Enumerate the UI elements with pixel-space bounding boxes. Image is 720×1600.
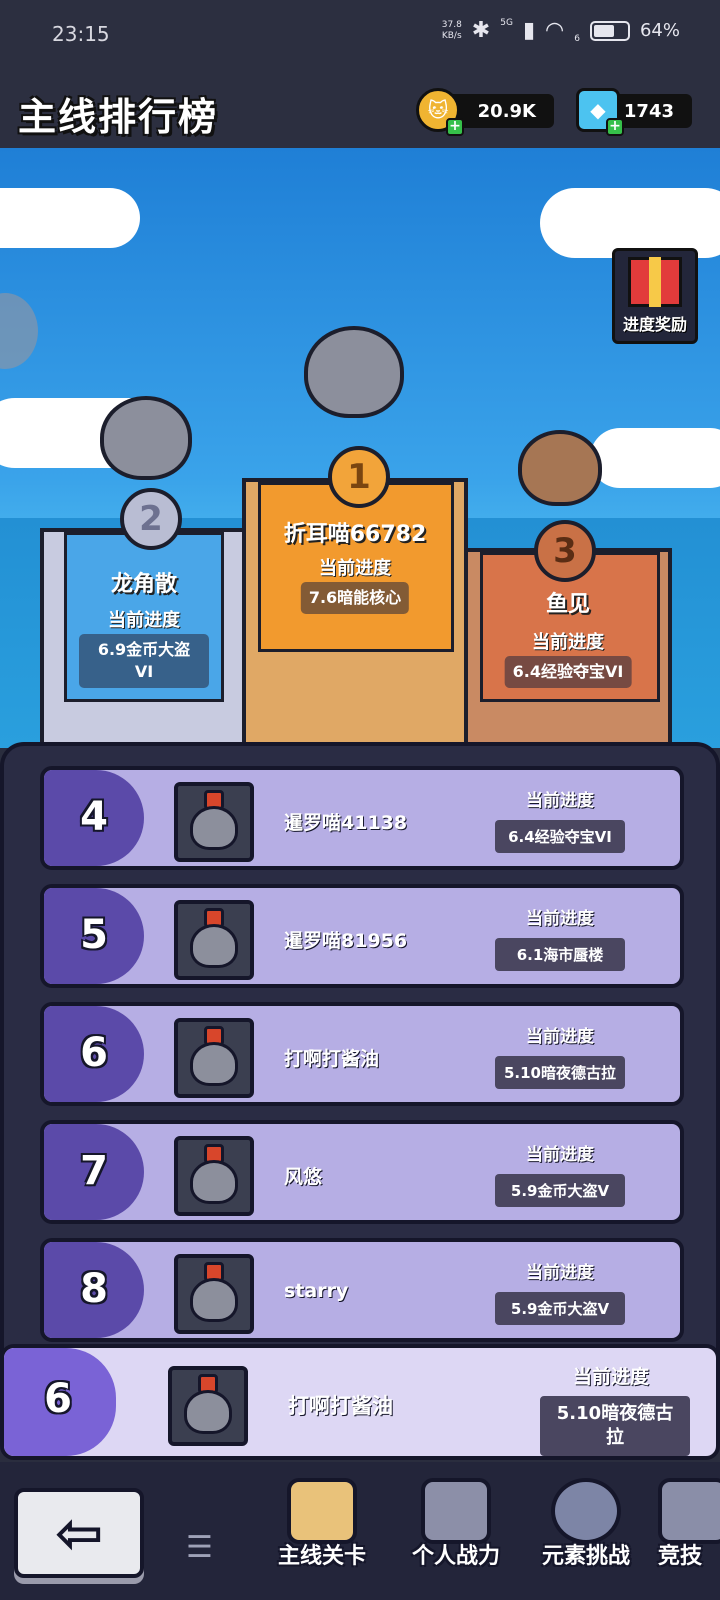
element-orb-icon [551,1478,621,1544]
signal-label: 5G [500,17,513,28]
first-avatar [304,326,404,418]
ranking-row[interactable]: 6 打啊打酱油 当前进度 5.10暗夜德古拉 [40,1002,684,1106]
cell-signal-icon: ▮ [522,18,536,43]
status-bar: 23:15 37.8 KB/s ✱ 5G ▮ ◠ 6 64% [0,0,720,72]
player-avatar [174,1254,254,1334]
cloud [590,428,720,488]
bottom-nav: ⇦ ☰ 主线关卡 个人战力 元素挑战 竞技 [0,1462,720,1600]
tab-element-challenge[interactable]: 元素挑战 [526,1470,646,1590]
second-progress-label: 当前进度 [108,610,180,631]
player-avatar [174,900,254,980]
wifi-icon: ◠ [545,18,565,43]
status-icons: 37.8 KB/s ✱ 5G ▮ ◠ 6 64% [441,17,680,44]
ranking-row[interactable]: 8 starry 当前进度 5.9金币大盗V [40,1238,684,1342]
player-name: 暹罗喵81956 [284,930,408,952]
player-progress: 6.1海市蜃楼 [495,938,625,971]
progress-label: 当前进度 [526,1145,594,1165]
ranking-row[interactable]: 7 风悠 当前进度 5.9金币大盗V [40,1120,684,1224]
podium-second: 龙角散 当前进度 6.9金币大盗 VI [40,528,248,748]
tab-personal-power[interactable]: 个人战力 [396,1470,516,1590]
progress-label: 当前进度 [526,791,594,811]
progress-reward-button[interactable]: 进度奖励 [612,248,698,344]
add-coins-icon[interactable]: + [446,118,464,136]
second-progress: 6.9金币大盗 VI [79,634,209,688]
player-progress: 5.9金币大盗V [495,1174,625,1207]
first-medal: 1 [328,446,390,508]
rank-number: 8 [80,1266,108,1312]
header: 主线排行榜 🐱 + 20.9K ◆ + 1743 [0,72,720,148]
second-medal: 2 [120,488,182,550]
player-name: 打啊打酱油 [284,1048,380,1070]
my-progress-label: 当前进度 [572,1366,649,1388]
player-name: starry [284,1280,349,1302]
my-avatar [168,1366,248,1446]
ranking-list[interactable]: 4 暹罗喵41138 当前进度 6.4经验夺宝VI 5 暹罗喵81956 当前进度 6.1海市… [0,742,720,1362]
paw-badge-icon [421,1478,491,1544]
player-avatar [174,782,254,862]
player-progress: 5.9金币大盗V [495,1292,625,1325]
battery-icon [589,20,630,41]
tab-personal-power-label: 个人战力 [411,1544,500,1569]
rank-number: 5 [80,912,108,958]
side-bubble[interactable] [0,293,38,369]
player-avatar [174,1018,254,1098]
second-name: 龙角散 [110,572,177,597]
leaderboard-scene: 进度奖励 龙角散 当前进度 6.9金币大盗 VI 2 折耳喵66782 当前进度… [0,148,720,748]
cloud [0,188,140,248]
gem-amount: 1743 [623,100,674,122]
tab-main-stage-label: 主线关卡 [277,1544,366,1569]
back-button[interactable]: ⇦ [14,1488,144,1578]
my-progress: 5.10暗夜德古 拉 [540,1396,690,1456]
menu-icon[interactable]: ☰ [186,1530,213,1565]
player-progress: 5.10暗夜德古拉 [495,1056,625,1089]
ranking-row[interactable]: 5 暹罗喵81956 当前进度 6.1海市蜃楼 [40,884,684,988]
scroll-flag-icon [287,1478,357,1544]
tab-arena-label: 竞技 [658,1544,703,1569]
third-medal: 3 [534,520,596,582]
bluetooth-icon: ✱ [471,18,491,43]
my-rank-number: 6 [44,1376,72,1422]
third-progress-label: 当前进度 [532,632,604,653]
first-progress: 7.6暗能核心 [300,582,410,614]
coin-amount: 20.9K [477,100,536,122]
page-title: 主线排行榜 [18,95,219,139]
progress-label: 当前进度 [526,1027,594,1047]
clock: 23:15 [52,22,110,46]
third-progress: 6.4经验夺宝VI [504,656,632,688]
add-gems-icon[interactable]: + [606,118,624,136]
rank-number: 7 [80,1148,108,1194]
third-name: 鱼见 [545,592,590,617]
gift-icon [628,257,682,307]
player-name: 风悠 [284,1166,323,1188]
rank-number: 4 [80,794,108,840]
coin-counter[interactable]: 🐱 + 20.9K [416,88,554,136]
second-avatar [100,396,192,480]
player-name: 暹罗喵41138 [284,812,408,834]
tab-arena[interactable]: 竞技 [654,1470,720,1590]
player-avatar [174,1136,254,1216]
colosseum-icon [658,1478,720,1544]
network-speed: 37.8 KB/s [441,19,462,41]
rank-number: 6 [80,1030,108,1076]
tab-main-stage[interactable]: 主线关卡 [262,1470,382,1590]
player-progress: 6.4经验夺宝VI [495,820,625,853]
first-progress-label: 当前进度 [319,558,391,579]
podium-first: 折耳喵66782 当前进度 7.6暗能核心 [242,478,468,748]
wifi-sub: 6 [574,33,580,44]
ranking-row[interactable]: 4 暹罗喵41138 当前进度 6.4经验夺宝VI [40,766,684,870]
my-rank-row[interactable]: 6 打啊打酱油 当前进度 5.10暗夜德古 拉 [0,1344,720,1460]
battery-percent: 64% [639,20,680,41]
progress-label: 当前进度 [526,1263,594,1283]
first-name: 折耳喵66782 [283,522,427,547]
third-avatar [518,430,602,506]
my-name: 打啊打酱油 [288,1394,393,1418]
progress-reward-label: 进度奖励 [622,315,687,334]
gem-counter[interactable]: ◆ + 1743 [576,88,692,136]
progress-label: 当前进度 [526,909,594,929]
tab-element-challenge-label: 元素挑战 [541,1544,630,1569]
